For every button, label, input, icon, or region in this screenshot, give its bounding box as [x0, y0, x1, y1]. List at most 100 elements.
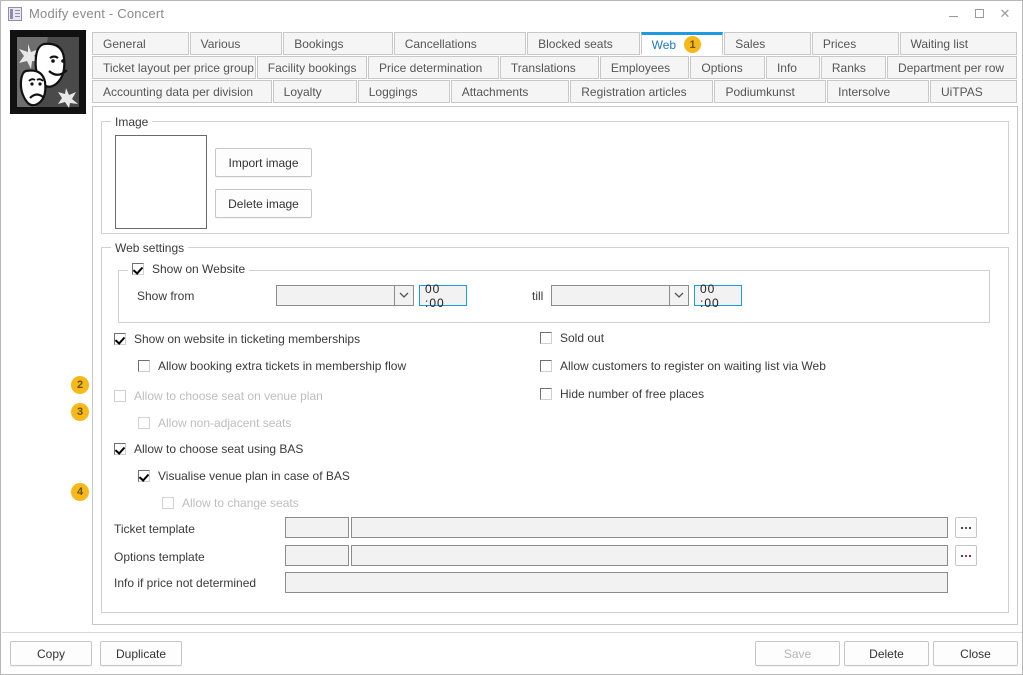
tab-uitpas[interactable]: UiTPAS — [929, 80, 1017, 103]
ticket-template-code-input[interactable] — [285, 517, 349, 538]
close-window-button[interactable]: ✕ — [992, 3, 1018, 25]
options-template-name-input[interactable] — [351, 545, 948, 566]
delete-button[interactable]: Delete — [844, 641, 929, 666]
show-from-date-value — [277, 286, 394, 305]
show-on-website-group: Show on Website Show from 00 :00 till 00… — [118, 262, 990, 323]
copy-button[interactable]: Copy — [10, 641, 92, 666]
import-image-button[interactable]: Import image — [215, 148, 312, 177]
checkbox-label: Allow to choose seat on venue plan — [134, 389, 323, 403]
checkbox-box — [114, 390, 126, 402]
ticket-template-label: Ticket template — [114, 522, 195, 536]
till-label: till — [532, 289, 544, 303]
tab-accounting-data-per-division[interactable]: Accounting data per division — [92, 80, 272, 103]
tab-cancellations[interactable]: Cancellations — [393, 32, 527, 55]
tab-label: Registration articles — [581, 84, 687, 99]
checkbox-label: Allow non-adjacent seats — [158, 416, 292, 430]
duplicate-button[interactable]: Duplicate — [100, 641, 182, 666]
checkbox-box — [540, 388, 552, 400]
checkbox-label: Allow customers to register on waiting l… — [560, 359, 826, 373]
chevron-down-icon — [669, 286, 688, 305]
web-settings-title: Web settings — [111, 241, 189, 255]
window-title: Modify event - Concert — [29, 6, 165, 21]
tab-web[interactable]: Web 1 — [640, 32, 724, 55]
checkbox-box — [138, 470, 150, 482]
checkbox-allow-register-waiting-list[interactable]: Allow customers to register on waiting l… — [540, 359, 826, 373]
checkbox-box — [114, 443, 126, 455]
web-tab-page: Image Import image Delete image Web sett… — [92, 106, 1018, 625]
options-template-browse-button[interactable] — [955, 545, 977, 566]
tab-waiting-list[interactable]: Waiting list — [899, 32, 1017, 55]
ticket-template-name-input[interactable] — [351, 517, 948, 538]
tab-label: UiTPAS — [940, 84, 983, 99]
checkbox-box — [132, 263, 144, 275]
tab-translations[interactable]: Translations — [499, 56, 599, 79]
tab-department-per-row[interactable]: Department per row — [887, 56, 1017, 79]
show-from-date-combo[interactable] — [276, 285, 414, 306]
show-from-time-input[interactable]: 00 :00 — [419, 282, 467, 310]
checkbox-box — [114, 333, 126, 345]
image-preview[interactable] — [115, 135, 207, 229]
tab-label: Prices — [822, 36, 857, 51]
window-controls: ✕ — [940, 1, 1018, 26]
till-date-combo[interactable] — [551, 285, 689, 306]
tab-label: Sales — [735, 36, 766, 51]
tab-label: Price determination — [378, 60, 483, 75]
step-badge-3: 3 — [71, 403, 89, 421]
tab-loyalty[interactable]: Loyalty — [272, 80, 357, 103]
maximize-button[interactable] — [966, 3, 992, 25]
tab-prices[interactable]: Prices — [811, 32, 899, 55]
tab-podiumkunst[interactable]: Podiumkunst — [714, 80, 827, 103]
checkbox-allow-choose-seat-bas[interactable]: Allow to choose seat using BAS — [114, 442, 303, 456]
step-badge-2: 2 — [71, 376, 89, 394]
tab-employees[interactable]: Employees — [599, 56, 690, 79]
tab-price-determination[interactable]: Price determination — [367, 56, 499, 79]
checkbox-label: Hide number of free places — [560, 387, 705, 401]
tab-label: Bookings — [294, 36, 344, 51]
tab-intersolve[interactable]: Intersolve — [827, 80, 929, 103]
checkbox-label: Allow to choose seat using BAS — [134, 442, 304, 456]
checkbox-show-on-website-memberships[interactable]: Show on website in ticketing memberships — [114, 332, 360, 346]
tab-loggings[interactable]: Loggings — [357, 80, 450, 103]
tab-registration-articles[interactable]: Registration articles — [570, 80, 714, 103]
tab-label: Ticket layout per price group — [103, 60, 254, 75]
show-from-label: Show from — [137, 289, 195, 303]
checkbox-allow-booking-extra-tickets[interactable]: Allow booking extra tickets in membershi… — [138, 359, 406, 373]
checkbox-sold-out[interactable]: Sold out — [540, 331, 604, 345]
tab-blocked-seats[interactable]: Blocked seats — [527, 32, 640, 55]
tab-options[interactable]: Options — [690, 56, 765, 79]
tab-info[interactable]: Info — [765, 56, 820, 79]
checkbox-label: Allow booking extra tickets in membershi… — [158, 359, 407, 373]
checkbox-hide-number-free-places[interactable]: Hide number of free places — [540, 387, 704, 401]
tab-label: Accounting data per division — [103, 84, 254, 99]
checkbox-allow-choose-seat-venue-plan: Allow to choose seat on venue plan — [114, 389, 323, 403]
tab-label: Facility bookings — [267, 60, 357, 75]
options-template-code-input[interactable] — [285, 545, 349, 566]
tab-bookings[interactable]: Bookings — [283, 32, 393, 55]
till-time-input[interactable]: 00 :00 — [694, 282, 742, 310]
tab-various[interactable]: Various — [189, 32, 283, 55]
save-button: Save — [755, 641, 840, 666]
tab-sales[interactable]: Sales — [724, 32, 811, 55]
show-on-website-label: Show on Website — [152, 262, 246, 276]
checkbox-visualise-venue-plan-bas[interactable]: Visualise venue plan in case of BAS — [138, 469, 350, 483]
tab-ticket-layout-per-price-group[interactable]: Ticket layout per price group — [92, 56, 256, 79]
tab-attachments[interactable]: Attachments — [450, 80, 570, 103]
image-group-title: Image — [111, 115, 153, 129]
show-on-website-checkbox[interactable]: Show on Website — [128, 262, 250, 276]
info-price-not-determined-input[interactable] — [285, 572, 948, 593]
tab-label: Intersolve — [838, 84, 891, 99]
checkbox-box — [162, 497, 174, 509]
ticket-template-browse-button[interactable] — [955, 517, 977, 538]
close-button[interactable]: Close — [933, 641, 1018, 666]
tab-label: Podiumkunst — [725, 84, 795, 99]
delete-image-button[interactable]: Delete image — [215, 189, 312, 218]
tab-ranks[interactable]: Ranks — [820, 56, 887, 79]
tab-general[interactable]: General — [92, 32, 189, 55]
tab-label: Cancellations — [404, 36, 477, 51]
minimize-button[interactable] — [940, 3, 966, 25]
checkbox-box — [138, 360, 150, 372]
tab-label: Loggings — [368, 84, 418, 99]
tab-facility-bookings[interactable]: Facility bookings — [256, 56, 367, 79]
info-price-not-determined-label: Info if price not determined — [114, 576, 257, 590]
step-badge-4: 4 — [71, 483, 89, 501]
